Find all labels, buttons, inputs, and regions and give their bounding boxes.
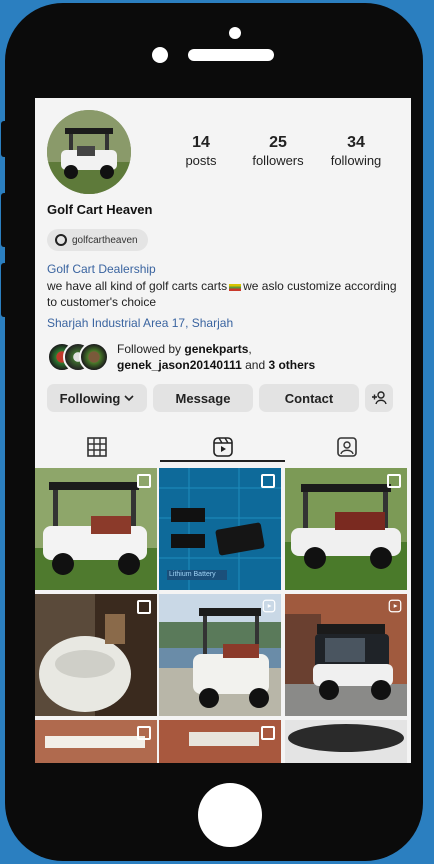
threads-icon <box>55 234 67 246</box>
home-button[interactable] <box>198 783 262 847</box>
carousel-icon <box>261 474 275 488</box>
active-tab-indicator <box>160 460 285 462</box>
contact-button[interactable]: Contact <box>259 384 359 412</box>
posts-count: 14 <box>192 134 210 151</box>
bio-text-1: we have all kind of golf carts carts <box>47 279 228 293</box>
following-stat[interactable]: 34 following <box>323 134 389 168</box>
profile-bio: we have all kind of golf carts carts we a… <box>47 278 407 310</box>
followers-count: 25 <box>269 134 287 151</box>
carousel-icon <box>137 474 151 488</box>
profile-tabs <box>35 432 411 468</box>
following-label: following <box>330 153 382 168</box>
followed-others: 3 others <box>268 358 316 372</box>
profile-avatar[interactable] <box>47 110 131 194</box>
followers-label: followers <box>252 153 304 168</box>
threads-handle: golfcartheaven <box>72 234 138 246</box>
carousel-icon <box>137 726 151 740</box>
volume-up-button <box>1 193 9 247</box>
volume-down-button <box>1 263 9 317</box>
post-thumbnail[interactable] <box>35 468 157 590</box>
tagged-icon[interactable] <box>336 436 358 458</box>
front-camera <box>229 27 241 39</box>
carousel-icon <box>387 474 401 488</box>
followed-by-prefix: Followed by <box>117 342 185 356</box>
profile-address[interactable]: Sharjah Industrial Area 17, Sharjah <box>47 316 233 330</box>
post-thumbnail[interactable] <box>35 720 157 763</box>
following-count: 34 <box>347 134 365 151</box>
followed-by-text[interactable]: Followed by genekparts, genek_jason20140… <box>117 341 315 373</box>
battery-caption: Lithium Battery <box>169 571 216 578</box>
carousel-icon <box>137 600 151 614</box>
following-button-label: Following <box>59 390 121 406</box>
carousel-icon <box>261 726 275 740</box>
proximity-sensor <box>152 47 168 63</box>
posts-label: posts <box>185 153 217 168</box>
post-thumbnail[interactable] <box>285 468 407 590</box>
add-person-icon <box>372 391 387 405</box>
uae-flag-icon <box>229 284 242 291</box>
follower-avatars[interactable] <box>47 342 111 372</box>
post-thumbnail[interactable] <box>35 594 157 716</box>
contact-button-label: Contact <box>284 390 334 406</box>
mute-switch <box>1 121 9 157</box>
followed-user-2: genek_jason20140111 <box>117 358 242 372</box>
post-thumbnail[interactable]: Lithium Battery <box>159 468 281 590</box>
followed-comma: , <box>248 342 252 356</box>
chevron-down-icon <box>124 395 134 402</box>
post-thumbnail[interactable] <box>159 720 281 763</box>
suggest-people-button[interactable] <box>365 384 393 412</box>
post-thumbnail[interactable] <box>159 594 281 716</box>
posts-stat[interactable]: 14 posts <box>181 134 221 168</box>
followed-user-1: genekparts <box>184 342 249 356</box>
grid-icon[interactable] <box>86 436 108 458</box>
post-thumbnail[interactable] <box>285 594 407 716</box>
post-thumbnail[interactable] <box>285 720 407 763</box>
message-button-label: Message <box>175 390 231 406</box>
threads-badge[interactable]: golfcartheaven <box>47 229 148 251</box>
reels-icon[interactable] <box>212 436 234 458</box>
instagram-profile-screen: 14 posts 25 followers 34 following Golf … <box>35 98 411 763</box>
profile-name: Golf Cart Heaven <box>47 202 153 217</box>
followed-and: and <box>241 358 269 372</box>
follower-avatar <box>79 342 109 372</box>
reel-icon <box>262 599 276 613</box>
message-button[interactable]: Message <box>153 384 253 412</box>
earpiece-speaker <box>188 49 274 61</box>
following-button[interactable]: Following <box>47 384 147 412</box>
profile-category: Golf Cart Dealership <box>47 262 156 276</box>
followers-stat[interactable]: 25 followers <box>245 134 311 168</box>
reel-icon <box>388 599 402 613</box>
